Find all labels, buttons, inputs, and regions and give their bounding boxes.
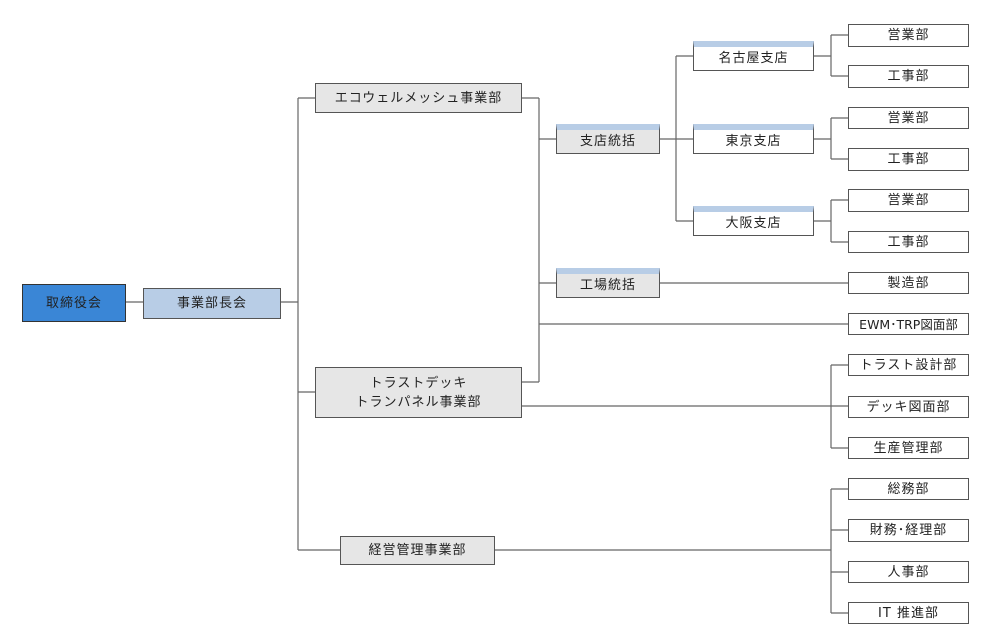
management-division-box: 経営管理事業部 — [340, 536, 495, 565]
branch-box-tokyo: 東京支店 — [693, 124, 814, 154]
dept-box: 総務部 — [848, 478, 969, 500]
dept-box: 営業部 — [848, 189, 969, 212]
branch-box-nagoya: 名古屋支店 — [693, 41, 814, 71]
factory-hq-box: 工場統括 — [556, 268, 660, 298]
dept-box: EWM･TRP図面部 — [848, 313, 969, 335]
dept-box: トラスト設計部 — [848, 354, 969, 376]
dept-box: 営業部 — [848, 107, 969, 129]
dept-box: IT 推進部 — [848, 602, 969, 624]
org-chart: 取締役会 事業部長会 エコウェルメッシュ事業部 トラストデッキ トランパネル事業… — [0, 0, 1000, 641]
division-heads-council-box: 事業部長会 — [143, 288, 281, 319]
branch-hq-box: 支店統括 — [556, 124, 660, 154]
dept-box: 製造部 — [848, 272, 969, 294]
dept-box: 工事部 — [848, 65, 969, 88]
dept-box: 人事部 — [848, 561, 969, 583]
branch-box-osaka: 大阪支店 — [693, 206, 814, 236]
trust-division-line2: トランパネル事業部 — [355, 394, 482, 410]
dept-box: 財務･経理部 — [848, 519, 969, 542]
dept-box: 営業部 — [848, 24, 969, 47]
trust-division-box: トラストデッキ トランパネル事業部 — [315, 367, 522, 418]
dept-box: デッキ図面部 — [848, 396, 969, 418]
dept-box: 生産管理部 — [848, 437, 969, 459]
dept-box: 工事部 — [848, 231, 969, 253]
dept-box: 工事部 — [848, 148, 969, 171]
trust-division-line1: トラストデッキ — [369, 375, 468, 391]
board-of-directors-box: 取締役会 — [22, 284, 126, 322]
ecowell-division-box: エコウェルメッシュ事業部 — [315, 83, 522, 113]
